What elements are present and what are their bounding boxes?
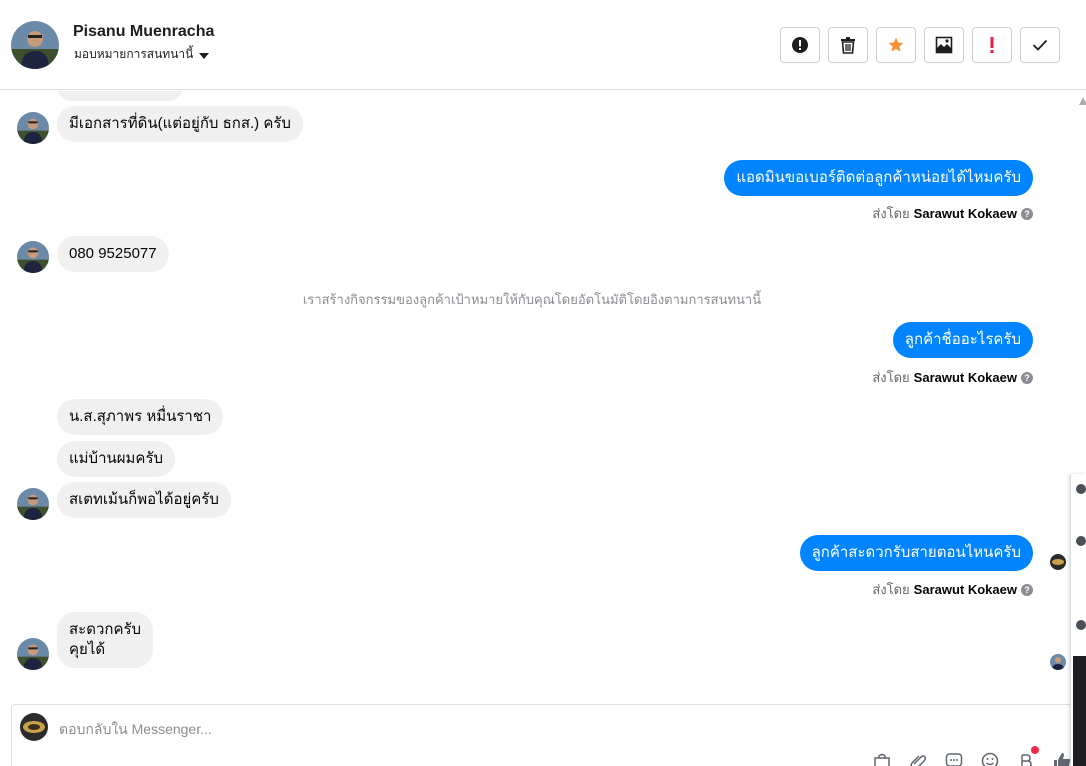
- checkmark-icon: [1032, 39, 1048, 51]
- sent-by-prefix: ส่งโดย: [872, 206, 910, 221]
- shopping-bag-icon[interactable]: [873, 752, 891, 766]
- conversation-toolbar: [780, 27, 1060, 63]
- alert-circle-icon: [792, 37, 808, 53]
- message-bubble-incoming: สเตทเม้นก็พอได้อยู่ครับ: [57, 482, 231, 518]
- sent-by-name[interactable]: Sarawut Kokaew: [914, 370, 1017, 385]
- mark-spam-button[interactable]: [972, 27, 1012, 63]
- reply-input[interactable]: [59, 719, 959, 739]
- side-panel-edge: [1070, 474, 1086, 766]
- message-bubble-incoming: 080 9525077: [57, 236, 169, 272]
- seen-avatar: [1050, 654, 1066, 670]
- move-to-done-button[interactable]: [924, 27, 964, 63]
- reply-composer: [11, 704, 1086, 766]
- delete-button[interactable]: [828, 27, 868, 63]
- sent-by-label: ส่งโดย Sarawut Kokaew ?: [872, 203, 1033, 224]
- spam-exclamation-icon: [990, 37, 994, 53]
- message-bubble-outgoing: ลูกค้าสะดวกรับสายตอนไหนครับ: [799, 535, 1033, 571]
- message-bubble-incoming-partial: [57, 91, 183, 101]
- sent-by-prefix: ส่งโดย: [872, 582, 910, 597]
- contact-avatar[interactable]: [11, 21, 59, 69]
- seen-avatar: [1050, 554, 1066, 570]
- panel-avatar-icon: [1076, 484, 1086, 494]
- system-note: เราสร้างกิจกรรมของลูกค้าเป้าหมายให้กับคุ…: [302, 292, 762, 307]
- contact-avatar-small[interactable]: [17, 488, 49, 520]
- message-bubble-incoming: สะดวกครับ คุยได้: [57, 612, 154, 668]
- panel-avatar-icon: [1076, 620, 1086, 630]
- star-icon: [888, 37, 904, 52]
- emoji-icon[interactable]: [981, 752, 999, 766]
- sent-by-prefix: ส่งโดย: [872, 370, 910, 385]
- help-icon[interactable]: ?: [1021, 371, 1033, 384]
- archive-inbox-icon: [935, 36, 953, 54]
- composer-tools: [873, 746, 1071, 766]
- trash-icon: [841, 37, 855, 54]
- contact-avatar-small[interactable]: [17, 638, 49, 670]
- help-icon[interactable]: ?: [1021, 583, 1033, 596]
- help-icon[interactable]: ?: [1021, 207, 1033, 220]
- sent-by-label: ส่งโดย Sarawut Kokaew ?: [872, 367, 1033, 388]
- message-bubble-outgoing: ลูกค้าชื่ออะไรครับ: [892, 322, 1033, 358]
- mark-alert-button[interactable]: [780, 27, 820, 63]
- assign-label: มอบหมายการสนทนานี้: [74, 47, 194, 61]
- contact-name[interactable]: Pisanu Muenracha: [73, 23, 214, 41]
- paperclip-icon[interactable]: [909, 752, 927, 766]
- contact-avatar-small[interactable]: [17, 112, 49, 144]
- sent-by-label: ส่งโดย Sarawut Kokaew ?: [872, 579, 1033, 600]
- message-line: สะดวกครับ: [69, 621, 142, 638]
- message-bubble-incoming: มีเอกสารที่ดิน(แต่อยู่กับ ธกส.) ครับ: [57, 106, 303, 142]
- scroll-up-arrow-icon[interactable]: [1079, 97, 1086, 105]
- caret-down-icon: [199, 52, 210, 59]
- message-bubble-outgoing: แอดมินขอเบอร์ติดต่อลูกค้าหน่อยได้ไหมครับ: [724, 160, 1033, 196]
- payment-icon[interactable]: [1017, 746, 1039, 766]
- message-line: คุยได้: [69, 641, 106, 658]
- saved-reply-icon[interactable]: [945, 752, 963, 766]
- message-bubble-incoming: น.ส.สุภาพร หมื่นราชา: [57, 399, 224, 435]
- star-button[interactable]: [876, 27, 916, 63]
- assign-conversation-dropdown[interactable]: มอบหมายการสนทนานี้: [74, 45, 210, 64]
- like-icon[interactable]: [1053, 752, 1071, 766]
- panel-dark-block: [1073, 656, 1086, 766]
- sent-by-name[interactable]: Sarawut Kokaew: [914, 582, 1017, 597]
- mark-done-button[interactable]: [1020, 27, 1060, 63]
- panel-avatar-icon: [1076, 536, 1086, 546]
- conversation-header: Pisanu Muenracha มอบหมายการสนทนานี้: [0, 0, 1086, 90]
- message-bubble-incoming: แม่บ้านผมครับ: [57, 441, 176, 477]
- notification-dot: [1031, 746, 1039, 754]
- sent-by-name[interactable]: Sarawut Kokaew: [914, 206, 1017, 221]
- page-avatar: [20, 713, 48, 741]
- message-thread[interactable]: มีเอกสารที่ดิน(แต่อยู่กับ ธกส.) ครับ แอด…: [0, 91, 1072, 703]
- contact-avatar-small[interactable]: [17, 241, 49, 273]
